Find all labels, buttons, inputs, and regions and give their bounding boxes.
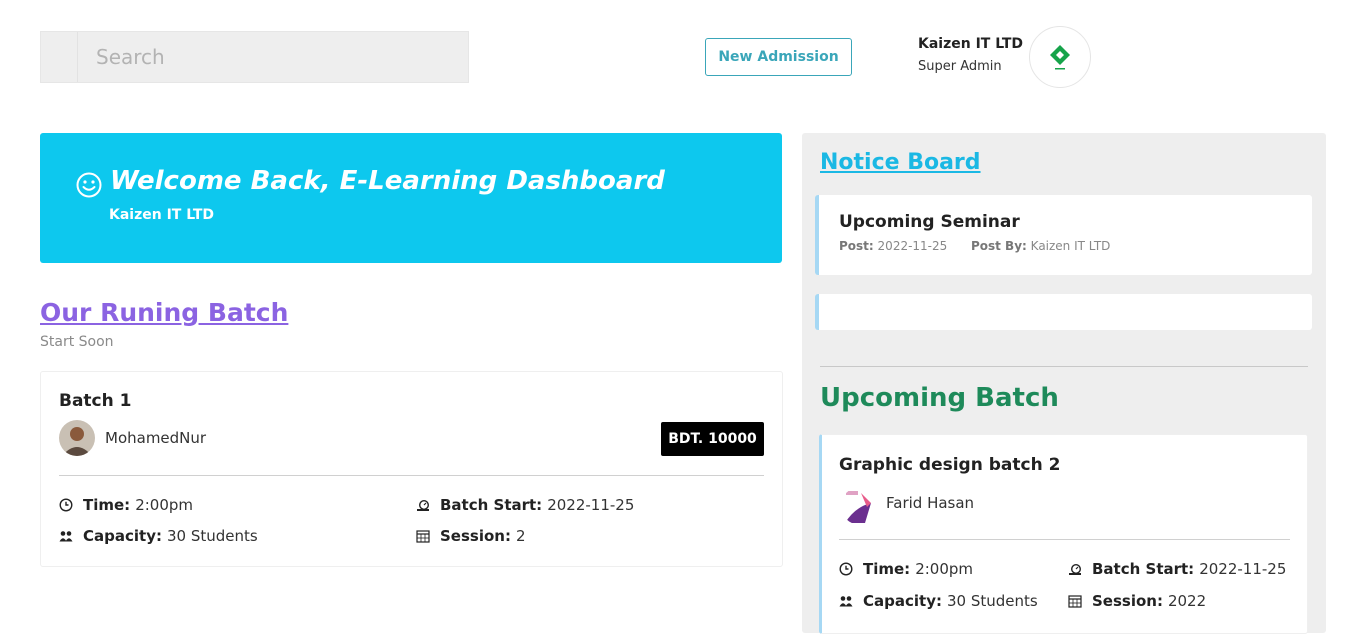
welcome-title: Welcome Back, E-Learning Dashboard: [110, 166, 665, 196]
diamond-logo-icon: [1050, 45, 1070, 70]
new-admission-button[interactable]: New Admission: [705, 38, 852, 76]
notice-meta: Post: 2022-11-25 Post By: Kaizen IT LTD: [839, 239, 1110, 253]
upcoming-time-label: Time:: [863, 560, 911, 578]
search-bar[interactable]: [40, 31, 469, 83]
start-value: 2022-11-25: [547, 496, 635, 514]
running-batch-title[interactable]: Our Runing Batch: [40, 298, 288, 327]
upcoming-batch-name: Graphic design batch 2: [839, 455, 1061, 475]
batch-card[interactable]: Batch 1 MohamedNur BDT. 10000 Time: 2:00…: [40, 371, 783, 567]
batch-session: Session: 2: [416, 527, 526, 545]
students-icon: [59, 531, 73, 542]
panel-divider: [820, 366, 1308, 367]
upcoming-time-value: 2:00pm: [915, 560, 974, 578]
start-label: Batch Start:: [440, 496, 543, 514]
batch-start: Batch Start: 2022-11-25: [416, 496, 634, 514]
notice-post-label: Post:: [839, 239, 874, 253]
upcoming-trainer-avatar: [841, 487, 879, 525]
trainer-name: MohamedNur: [105, 429, 207, 447]
smile-icon: [76, 172, 102, 198]
upcoming-session-value: 2022: [1167, 592, 1207, 610]
session-value: 2: [515, 527, 526, 545]
notice-title: Upcoming Seminar: [839, 212, 1020, 232]
clock-icon: [839, 562, 853, 576]
profile-name: Kaizen IT LTD: [918, 36, 1023, 52]
profile-role: Super Admin: [918, 59, 1002, 74]
card-divider: [59, 475, 764, 476]
trainer-avatar: [59, 420, 95, 456]
upcoming-capacity-label: Capacity:: [863, 592, 942, 610]
profile-avatar[interactable]: [1029, 26, 1091, 88]
upcoming-time: Time: 2:00pm: [839, 560, 973, 578]
clock-icon: [59, 498, 73, 512]
batch-name: Batch 1: [59, 391, 132, 411]
notice-post-by: Kaizen IT LTD: [1030, 239, 1111, 253]
start-icon: [1069, 563, 1082, 575]
trainer-photo-icon: [59, 420, 95, 456]
search-icon: [41, 32, 78, 82]
batch-capacity: Capacity: 30 Students: [59, 527, 258, 545]
notice-post-date: 2022-11-25: [877, 239, 948, 253]
upcoming-session-label: Session:: [1092, 592, 1163, 610]
upcoming-capacity: Capacity: 30 Students: [839, 592, 1038, 610]
welcome-banner: Welcome Back, E-Learning Dashboard Kaize…: [40, 133, 782, 263]
students-icon: [839, 596, 853, 607]
batch-time: Time: 2:00pm: [59, 496, 193, 514]
notice-board-title[interactable]: Notice Board: [820, 150, 981, 175]
capacity-label: Capacity:: [83, 527, 162, 545]
start-icon: [417, 499, 430, 511]
upcoming-card-divider: [839, 539, 1290, 540]
upcoming-capacity-value: 30 Students: [946, 592, 1038, 610]
upcoming-batch-card[interactable]: Graphic design batch 2 Farid Hasan Time:…: [819, 434, 1308, 634]
time-label: Time:: [83, 496, 131, 514]
session-label: Session:: [440, 527, 511, 545]
upcoming-session: Session: 2022: [1068, 592, 1206, 610]
notice-post-by-label: Post By:: [970, 239, 1027, 253]
time-value: 2:00pm: [135, 496, 194, 514]
upcoming-start: Batch Start: 2022-11-25: [1068, 560, 1286, 578]
running-batch-subtitle: Start Soon: [40, 334, 114, 350]
calendar-icon: [1068, 595, 1082, 608]
trainer-logo-icon: [841, 487, 879, 525]
welcome-subtitle: Kaizen IT LTD: [109, 207, 214, 223]
upcoming-start-value: 2022-11-25: [1199, 560, 1287, 578]
capacity-value: 30 Students: [166, 527, 258, 545]
calendar-icon: [416, 530, 430, 543]
upcoming-trainer-name: Farid Hasan: [886, 494, 975, 512]
notice-item[interactable]: Upcoming Seminar Post: 2022-11-25 Post B…: [815, 195, 1312, 275]
search-input[interactable]: [78, 44, 458, 70]
upcoming-start-label: Batch Start:: [1092, 560, 1195, 578]
upcoming-batch-title: Upcoming Batch: [820, 383, 1059, 413]
price-badge: BDT. 10000: [661, 422, 764, 456]
notice-item-empty[interactable]: [815, 294, 1312, 330]
